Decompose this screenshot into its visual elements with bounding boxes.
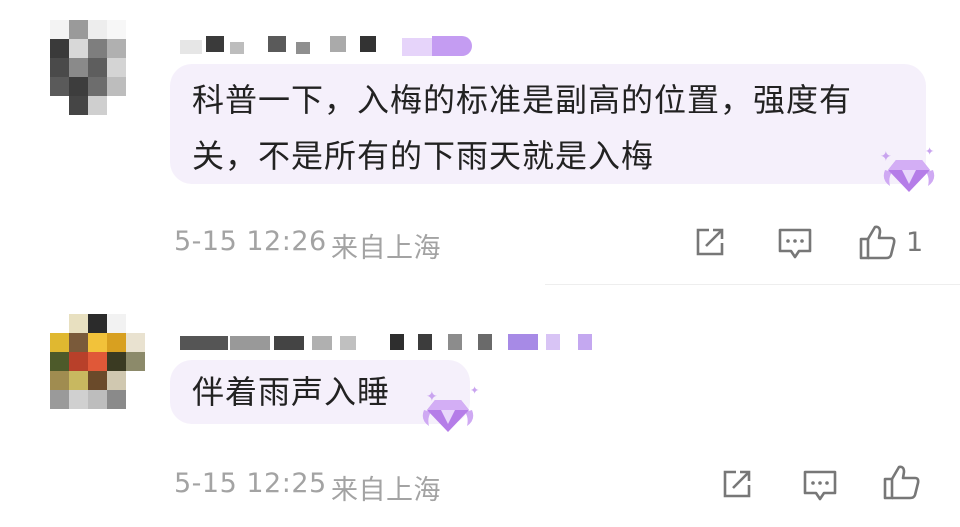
comment-text: 关，不是所有的下雨天就是入梅: [192, 137, 655, 175]
divider: [545, 284, 960, 285]
share-button[interactable]: [720, 467, 754, 501]
comment-timestamp: 5-15 12:26: [174, 226, 327, 257]
comment-text: 伴着雨声入睡: [192, 373, 391, 411]
comment-item: 伴着雨声入睡 ✦ ✦ 5-15 12:25 来自上海: [0, 290, 960, 527]
comment-item: 科普一下，入梅的标准是副高的位置，强度有 关，不是所有的下雨天就是入梅 ✦ ✦ …: [0, 0, 960, 290]
comment-icon: [803, 470, 837, 501]
gem-badge-icon: [422, 400, 474, 432]
username-redacted[interactable]: [180, 332, 600, 352]
comment-bubble: 科普一下，入梅的标准是副高的位置，强度有 关，不是所有的下雨天就是入梅: [170, 64, 926, 184]
comment-location: 来自上海: [331, 475, 441, 506]
thumbs-up-icon: [859, 225, 896, 260]
share-icon: [696, 228, 724, 256]
comment-location: 来自上海: [331, 233, 441, 264]
share-button[interactable]: [693, 225, 727, 259]
avatar[interactable]: [50, 314, 145, 409]
comment-icon: [778, 228, 812, 259]
username-redacted[interactable]: [180, 36, 480, 56]
gem-badge-icon: [883, 160, 935, 192]
like-count: 1: [906, 226, 924, 258]
reply-button[interactable]: [777, 227, 813, 261]
comment-text: 科普一下，入梅的标准是副高的位置，强度有: [192, 81, 853, 119]
share-icon: [723, 470, 751, 498]
comment-timestamp: 5-15 12:25: [174, 468, 327, 499]
reply-button[interactable]: [802, 469, 838, 503]
like-button[interactable]: 1: [858, 223, 923, 261]
like-button[interactable]: [882, 463, 930, 501]
avatar[interactable]: [50, 20, 145, 115]
thumbs-up-icon: [883, 465, 920, 500]
